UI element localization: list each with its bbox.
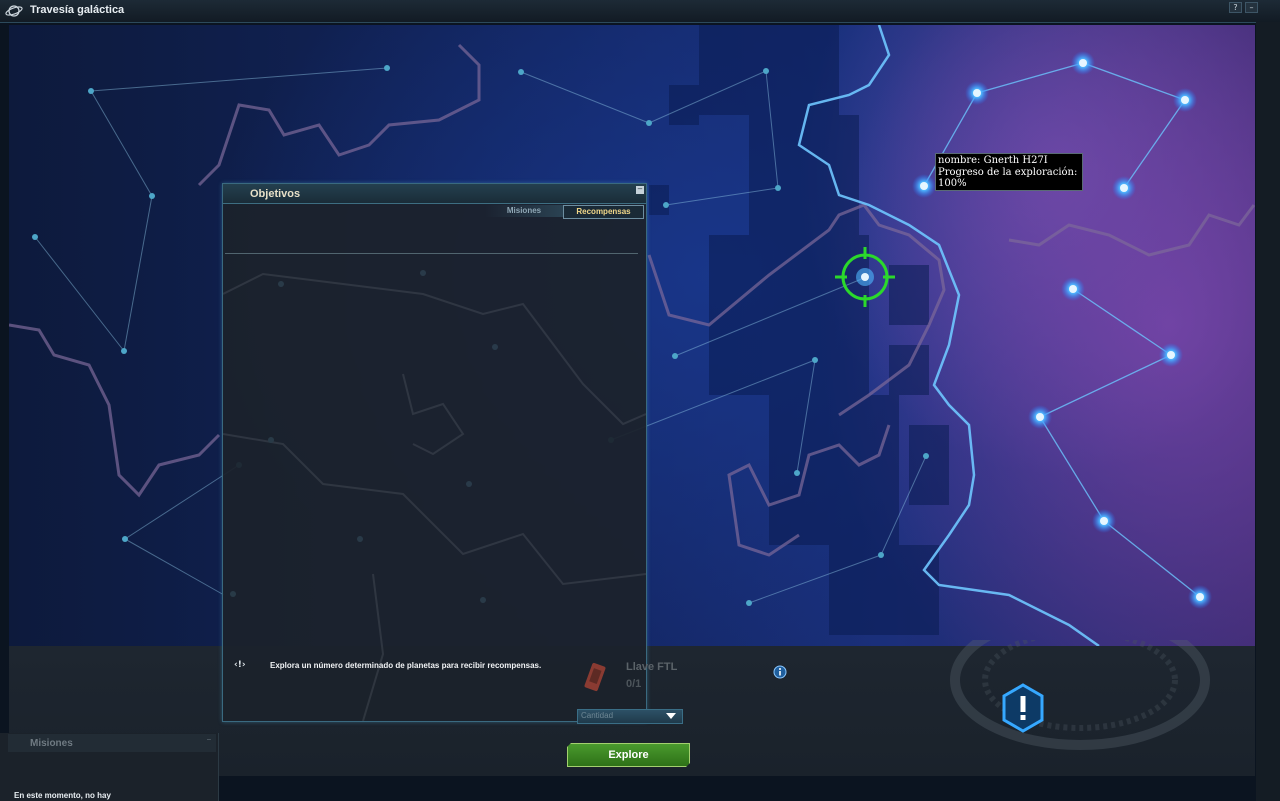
window-frame-right [1256, 22, 1280, 801]
chevron-down-icon [666, 713, 676, 719]
objectives-title: Objetivos [250, 188, 301, 200]
missions-header[interactable]: Misiones – [8, 734, 216, 752]
tooltip-name: nombre: Gnerth H27I [938, 155, 1048, 166]
tooltip-progress-label: Progreso de la exploración: [938, 166, 1078, 178]
gear-emblem-icon [950, 640, 1210, 750]
help-button[interactable]: ? [1229, 2, 1242, 13]
crosshair-icon[interactable] [834, 246, 896, 308]
tab-misiones[interactable]: Misiones [485, 205, 563, 217]
missions-title: Misiones [30, 738, 73, 749]
info-icon[interactable] [773, 665, 787, 679]
missions-status-text: En este momento, no hay [14, 791, 111, 800]
missions-minimize-icon[interactable]: – [207, 736, 214, 743]
ftl-key-icon [584, 662, 606, 692]
fog-of-war [649, 25, 949, 635]
tab-recompensas[interactable]: Recompensas [563, 205, 644, 219]
explored-route-lines [923, 62, 1201, 598]
objectives-panel: Objetivos – Misiones Recompensas [222, 183, 647, 722]
objectives-header[interactable]: Objetivos – [223, 184, 646, 204]
tooltip-progress-value: 100% [938, 178, 967, 189]
objectives-minimize-button[interactable]: – [636, 185, 644, 194]
panel-map-ghost [223, 270, 646, 721]
title-bar: Travesía galáctica ? – [0, 0, 1280, 23]
alert-hexagon-icon[interactable] [1001, 683, 1045, 733]
quantity-dropdown[interactable]: Cantidad [577, 709, 683, 724]
objective-description: Explora un número determinado de planeta… [270, 661, 542, 670]
objective-alert-icon: ‹!› [234, 660, 246, 670]
reward-count: 0/1 [626, 678, 642, 690]
planet-icon [5, 5, 23, 17]
explored-planets [912, 51, 1212, 609]
window-title: Travesía galáctica [30, 4, 125, 16]
quantity-dropdown-label: Cantidad [581, 711, 614, 720]
minimize-window-button[interactable]: – [1245, 2, 1258, 13]
missions-panel: Misiones – En este momento, no hay [0, 733, 219, 801]
reward-name: Llave FTL [626, 661, 678, 673]
explore-button[interactable]: Explore [567, 743, 690, 767]
planet-tooltip: nombre: Gnerth H27I Progreso de la explo… [935, 153, 1083, 191]
